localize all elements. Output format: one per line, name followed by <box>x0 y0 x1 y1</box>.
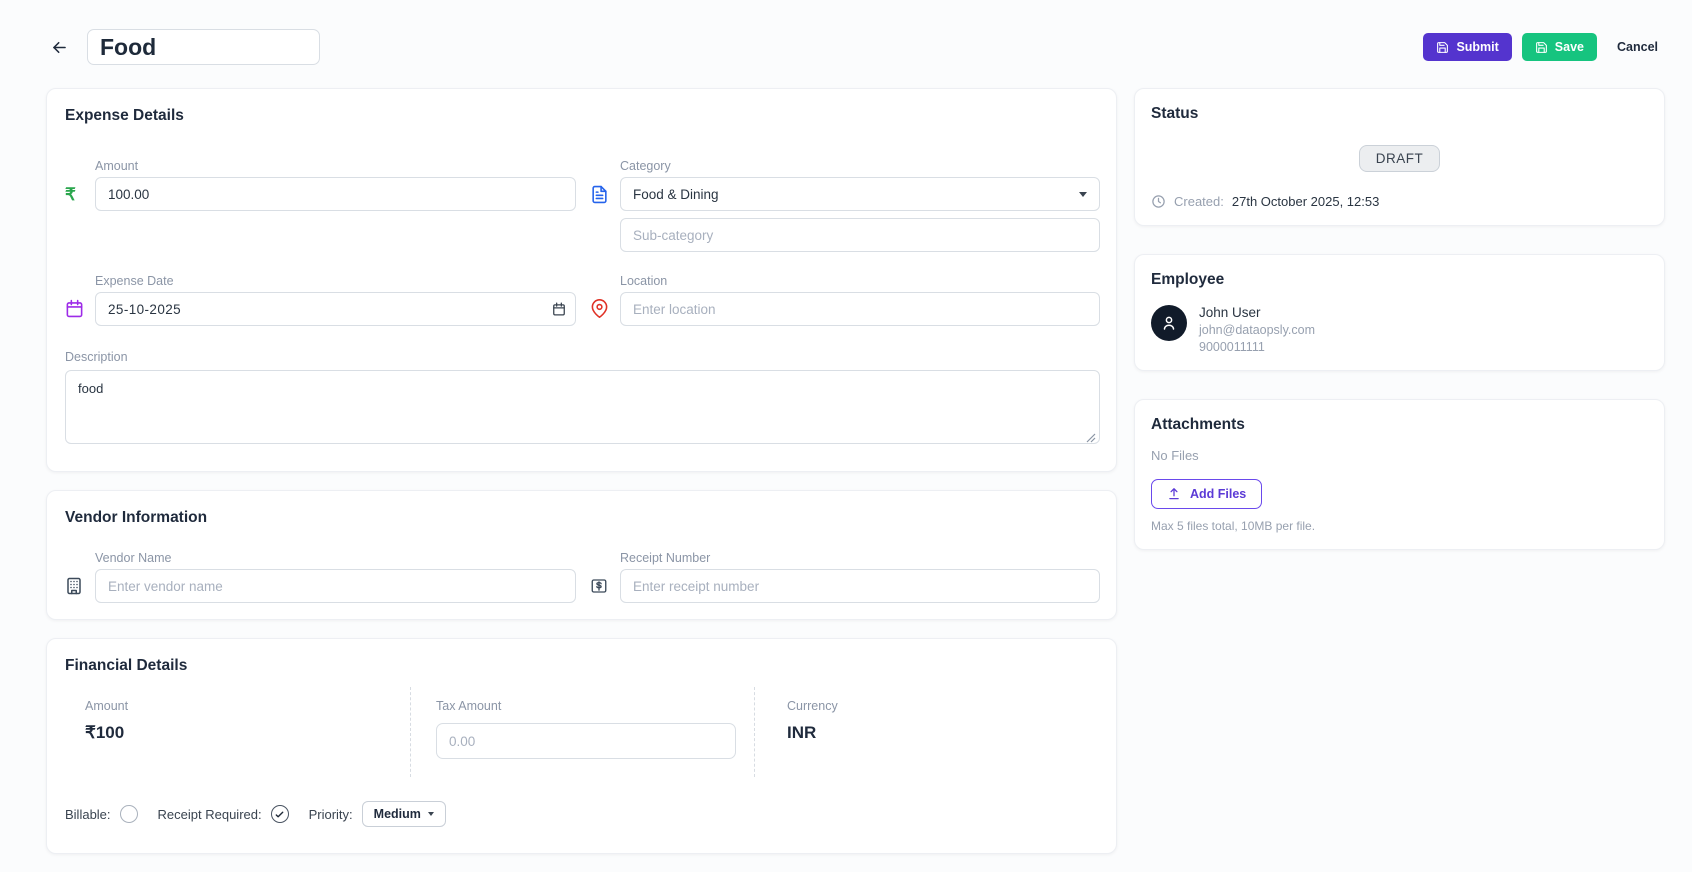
status-badge: DRAFT <box>1359 145 1441 172</box>
subcategory-input[interactable] <box>620 218 1100 252</box>
vendor-name-input[interactable] <box>95 569 576 603</box>
expense-date-input[interactable] <box>95 292 576 326</box>
receipt-number-field-group: Receipt Number <box>590 551 1100 603</box>
attachments-heading: Attachments <box>1151 416 1648 434</box>
tax-amount-input[interactable] <box>436 723 736 759</box>
save-disk-icon <box>1436 41 1449 54</box>
submit-button[interactable]: Submit <box>1423 33 1511 61</box>
tax-amount-column: Tax Amount <box>410 687 754 777</box>
description-label: Description <box>65 350 128 364</box>
financial-amount-label: Amount <box>85 699 410 713</box>
back-button[interactable] <box>46 34 73 61</box>
files-hint-text: Max 5 files total, 10MB per file. <box>1151 519 1648 533</box>
map-pin-icon <box>590 299 620 326</box>
category-label: Category <box>620 159 1100 173</box>
created-row: Created: 27th October 2025, 12:53 <box>1151 194 1648 209</box>
status-card: Status DRAFT Created: 27th October 2025,… <box>1134 88 1665 226</box>
created-label: Created: <box>1174 194 1224 209</box>
financial-details-card: Financial Details Amount ₹100 Tax Amount… <box>46 638 1117 854</box>
header-actions: Submit Save Cancel <box>1423 33 1664 61</box>
expense-details-card: Expense Details ₹ Amount Catego <box>46 88 1117 472</box>
employee-heading: Employee <box>1151 271 1648 289</box>
priority-selected-value: Medium <box>374 807 421 821</box>
financial-summary-row: Amount ₹100 Tax Amount Currency INR <box>65 687 1100 777</box>
financial-amount-column: Amount ₹100 <box>65 687 410 777</box>
expense-details-heading: Expense Details <box>65 107 1100 125</box>
financial-options-row: Billable: Receipt Required: Priority: Me… <box>65 801 1100 831</box>
description-field-group: Description food <box>65 348 1100 449</box>
tax-amount-label: Tax Amount <box>436 699 754 713</box>
amount-label: Amount <box>95 159 576 173</box>
vendor-name-label: Vendor Name <box>95 551 576 565</box>
location-label: Location <box>620 274 1100 288</box>
employee-card: Employee John User john@dataopsly.com 90… <box>1134 254 1665 371</box>
vendor-name-field-group: Vendor Name <box>65 551 576 603</box>
receipt-required-checkbox[interactable] <box>271 805 289 823</box>
created-value: 27th October 2025, 12:53 <box>1232 194 1379 209</box>
location-input[interactable] <box>620 292 1100 326</box>
document-icon <box>590 159 620 204</box>
expense-date-field-group: Expense Date <box>65 274 576 326</box>
upload-icon <box>1167 487 1181 501</box>
page-content: Expense Details ₹ Amount Catego <box>0 78 1692 872</box>
location-field-group: Location <box>590 274 1100 326</box>
attachments-card: Attachments No Files Add Files Max 5 fil… <box>1134 399 1665 550</box>
status-heading: Status <box>1151 105 1648 123</box>
save-button[interactable]: Save <box>1522 33 1597 61</box>
receipt-number-input[interactable] <box>620 569 1100 603</box>
expense-date-label: Expense Date <box>95 274 576 288</box>
vendor-information-heading: Vendor Information <box>65 509 1100 527</box>
clock-icon <box>1151 194 1166 209</box>
amount-field-group: ₹ Amount <box>65 159 576 211</box>
resize-handle-icon[interactable] <box>1086 433 1096 443</box>
category-selected-value: Food & Dining <box>633 187 719 202</box>
header-bar: Submit Save Cancel <box>0 0 1692 78</box>
building-icon <box>65 577 95 603</box>
financial-details-heading: Financial Details <box>65 657 1100 675</box>
category-field-group: Category Food & Dining <box>590 159 1100 252</box>
receipt-required-label: Receipt Required: <box>158 807 262 822</box>
currency-label: Currency <box>787 699 1100 713</box>
check-icon <box>274 809 285 820</box>
date-picker-icon[interactable] <box>552 302 566 316</box>
category-select[interactable]: Food & Dining <box>620 177 1100 211</box>
vendor-information-card: Vendor Information Vendor Name <box>46 490 1117 620</box>
receipt-dollar-icon <box>590 577 620 603</box>
employee-phone: 9000011111 <box>1199 340 1315 354</box>
billable-label: Billable: <box>65 807 111 822</box>
employee-row: John User john@dataopsly.com 9000011111 <box>1151 305 1648 354</box>
receipt-number-label: Receipt Number <box>620 551 1100 565</box>
form-column: Expense Details ₹ Amount Catego <box>46 88 1117 872</box>
billable-checkbox[interactable] <box>120 805 138 823</box>
financial-amount-value: ₹100 <box>85 723 410 743</box>
user-icon <box>1160 314 1178 332</box>
add-files-button[interactable]: Add Files <box>1151 479 1262 509</box>
save-disk-icon <box>1535 41 1548 54</box>
cancel-button[interactable]: Cancel <box>1611 33 1664 61</box>
chevron-down-icon <box>1079 192 1087 197</box>
calendar-icon <box>65 299 95 326</box>
no-files-text: No Files <box>1151 448 1648 463</box>
amount-input[interactable] <box>95 177 576 211</box>
priority-label: Priority: <box>309 807 353 822</box>
save-label: Save <box>1555 40 1584 54</box>
avatar <box>1151 305 1187 341</box>
submit-label: Submit <box>1456 40 1498 54</box>
description-textarea[interactable]: food <box>65 370 1100 444</box>
sidebar-column: Status DRAFT Created: 27th October 2025,… <box>1134 88 1665 578</box>
employee-email: john@dataopsly.com <box>1199 323 1315 337</box>
employee-name: John User <box>1199 305 1315 320</box>
arrow-left-icon <box>50 38 69 57</box>
currency-column: Currency INR <box>754 687 1100 777</box>
expense-title-input[interactable] <box>87 29 320 65</box>
currency-value: INR <box>787 723 1100 743</box>
rupee-icon: ₹ <box>65 186 95 211</box>
chevron-down-icon <box>428 812 434 816</box>
add-files-label: Add Files <box>1190 487 1246 501</box>
priority-dropdown[interactable]: Medium <box>362 801 446 827</box>
